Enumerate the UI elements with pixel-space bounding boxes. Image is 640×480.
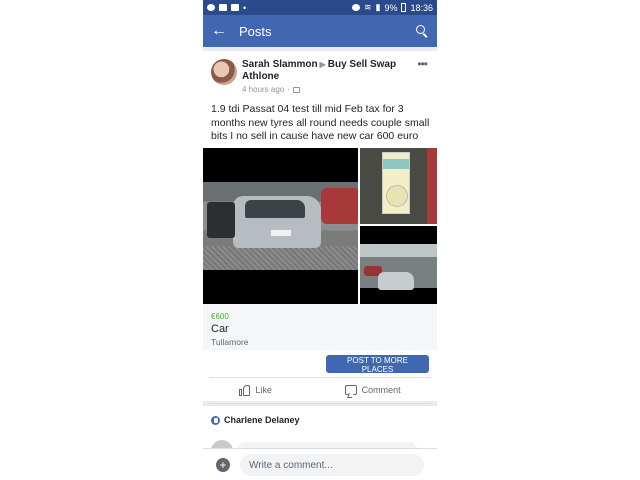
- phone-screen: • ≋ ▮ 9% 18:36 ← Posts Sarah Slammon ▶ Buy…: [203, 0, 437, 480]
- car-photo-main[interactable]: [203, 148, 358, 304]
- photo-tax-disc: [382, 152, 410, 214]
- thumbs-up-icon: [239, 384, 251, 396]
- photo-gravel: [203, 246, 358, 270]
- page-title: Posts: [239, 23, 272, 39]
- add-attachment-icon[interactable]: +: [216, 458, 230, 472]
- comment-button[interactable]: Comment: [344, 385, 401, 395]
- listing-price: €600: [211, 312, 229, 321]
- tax-disc-photo[interactable]: [360, 148, 437, 224]
- post-time[interactable]: 4 hours ago: [242, 85, 284, 94]
- photo-rear-window: [245, 200, 305, 218]
- like-label: Like: [255, 385, 272, 395]
- comment-label: Comment: [361, 385, 401, 395]
- divider: [209, 377, 431, 378]
- photo-open-door: [207, 202, 235, 238]
- listing-title: Car: [211, 323, 229, 335]
- reactions-row[interactable]: Charlene Delaney: [203, 406, 437, 434]
- photo-silver-car-2: [378, 272, 414, 290]
- back-arrow-icon[interactable]: ←: [211, 22, 233, 40]
- more-options-icon[interactable]: •••: [417, 57, 428, 71]
- shared-to-arrow-icon: ▶: [319, 60, 326, 69]
- clock: 18:36: [410, 2, 433, 13]
- comment-composer: +: [203, 448, 437, 480]
- post-text: 1.9 tdi Passat 04 test till mid Feb tax …: [211, 103, 430, 142]
- like-reaction-icon: [211, 415, 220, 425]
- battery-icon: [401, 3, 407, 12]
- car-photo-side[interactable]: [360, 226, 437, 304]
- divider: [209, 403, 431, 404]
- comment-input[interactable]: [240, 454, 424, 476]
- photo-number-plate: [271, 230, 291, 236]
- signal-icon: ▮: [375, 2, 381, 12]
- photo-tax-disc-seal: [386, 185, 408, 207]
- photo-red-car: [321, 188, 358, 224]
- battery-level: 9%: [384, 2, 398, 13]
- group-privacy-icon: [292, 86, 300, 93]
- wifi-icon: ≋: [363, 2, 372, 12]
- action-bar: Like Comment: [203, 379, 437, 401]
- post-card: Sarah Slammon ▶ Buy Sell Swap Athlone 4 ho…: [203, 51, 437, 404]
- notification-icon: [207, 4, 215, 11]
- message-icon: [219, 4, 227, 11]
- photo-grid: [203, 148, 437, 304]
- meta-separator: ·: [287, 85, 290, 94]
- comment-bubble-icon: [344, 385, 357, 395]
- photo-door-edge: [427, 148, 437, 224]
- author-avatar[interactable]: [211, 59, 237, 85]
- author-name[interactable]: Sarah Slammon: [242, 59, 318, 70]
- more-notifications-icon: •: [243, 2, 247, 13]
- reactor-name: Charlene Delaney: [224, 415, 300, 425]
- photo-scene: [203, 182, 358, 270]
- app-bar: ← Posts: [203, 15, 437, 47]
- post-to-more-places-button[interactable]: POST TO MORE PLACES: [326, 355, 429, 374]
- gallery-icon: [231, 4, 239, 11]
- post-meta: 4 hours ago ·: [242, 85, 300, 94]
- status-bar: • ≋ ▮ 9% 18:36: [203, 0, 437, 15]
- search-icon[interactable]: [415, 24, 429, 38]
- photo-scene-2: [360, 244, 437, 290]
- listing-location: Tullamore: [211, 337, 249, 347]
- alarm-icon: [351, 4, 360, 11]
- post-header: Sarah Slammon ▶ Buy Sell Swap Athlone: [242, 59, 412, 83]
- photo-tax-disc-band: [383, 159, 409, 169]
- marketplace-listing[interactable]: €600 Car Tullamore: [203, 304, 437, 350]
- like-button[interactable]: Like: [239, 384, 272, 396]
